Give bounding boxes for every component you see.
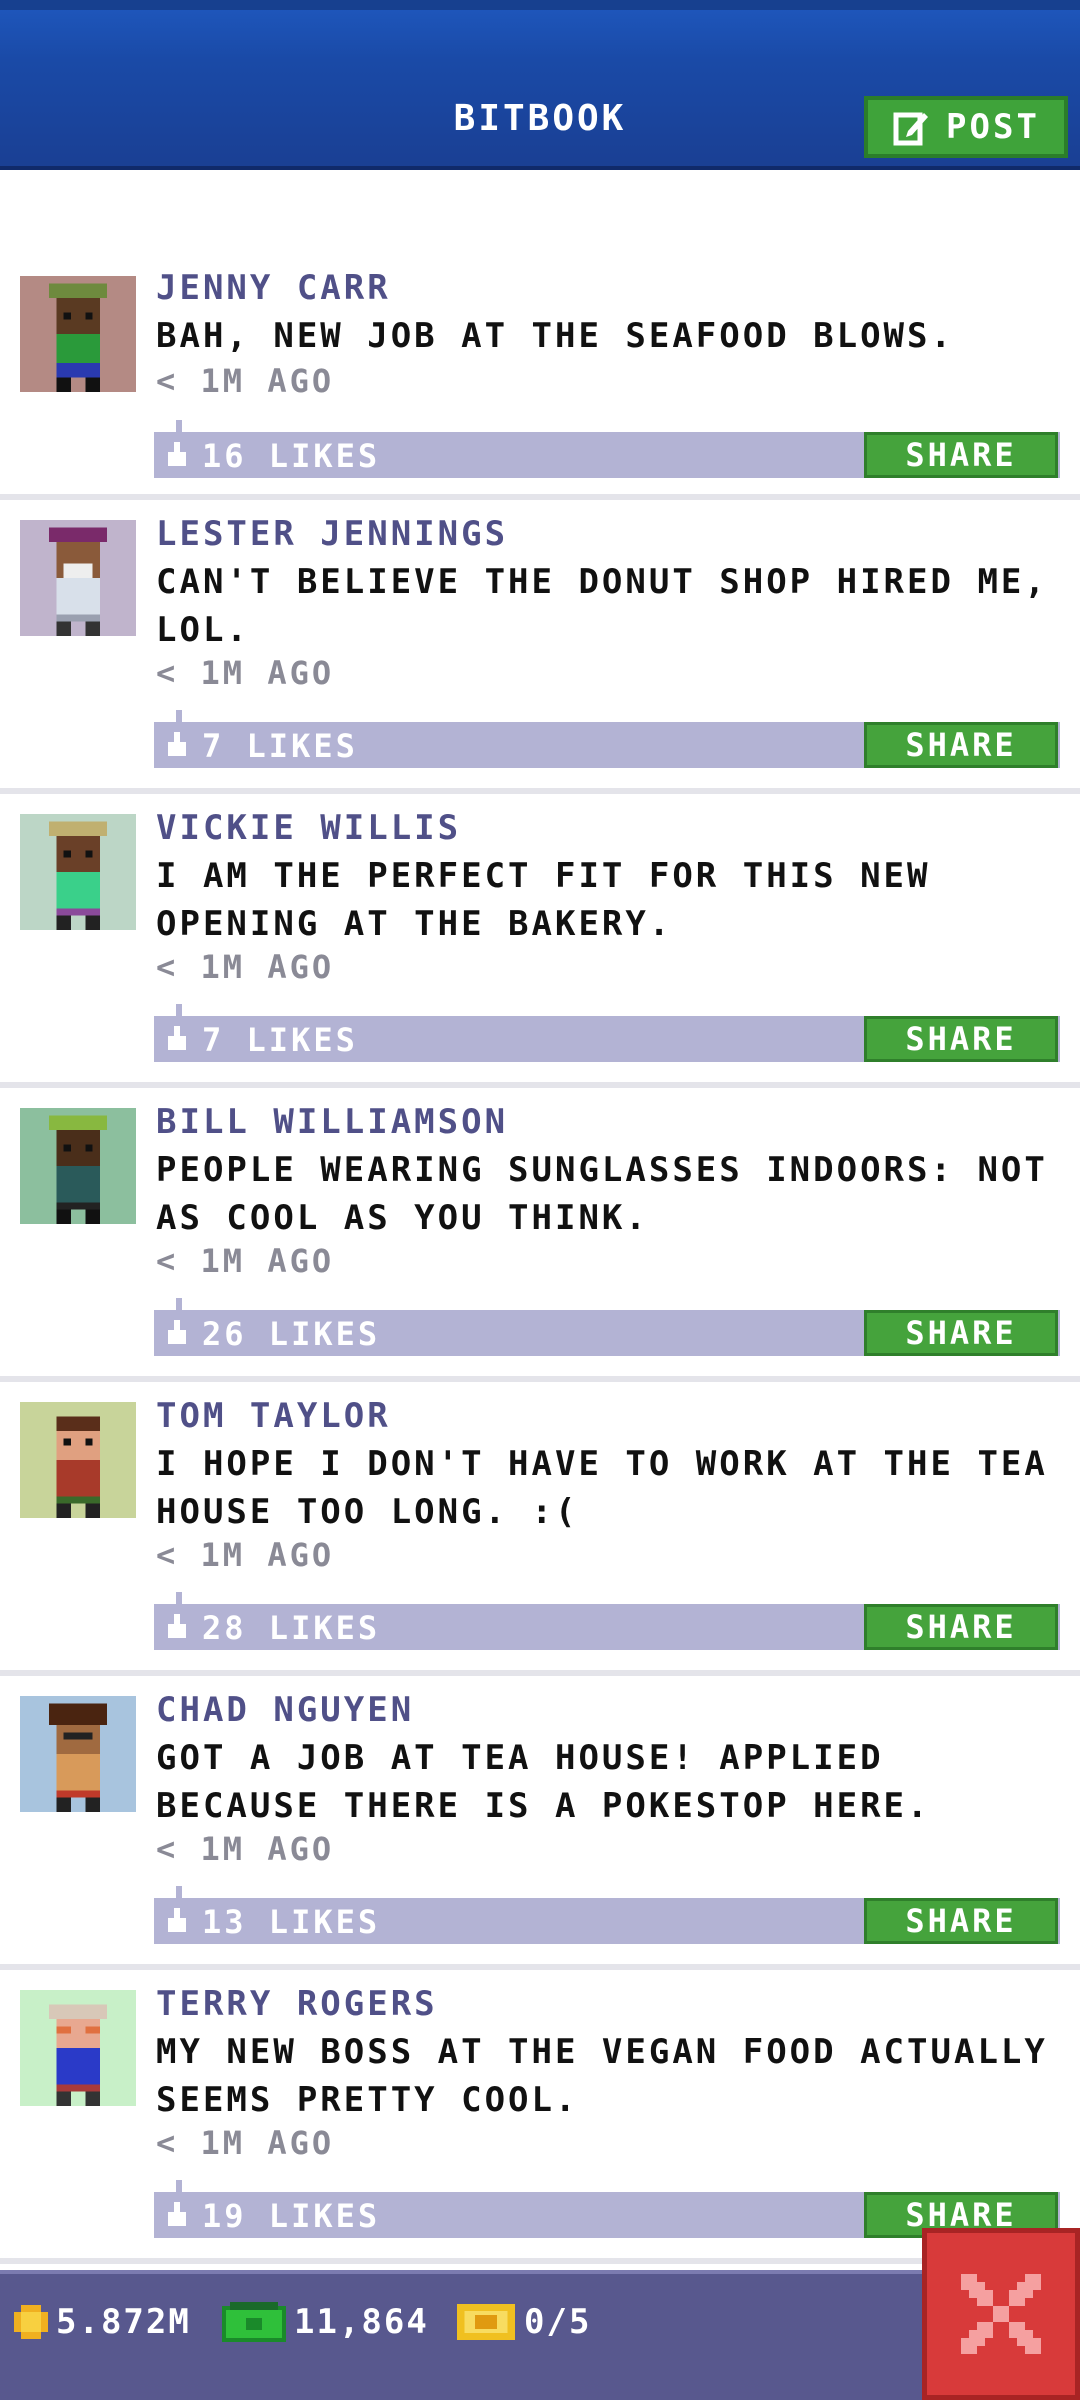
post-time: < 1M AGO: [156, 1536, 335, 1574]
bux-value: 11,864: [294, 2302, 429, 2342]
post-time: < 1M AGO: [156, 362, 335, 400]
post-time: < 1M AGO: [156, 654, 335, 692]
post-message: MY NEW BOSS AT THE VEGAN FOOD ACTUALLY S…: [156, 2032, 1048, 2120]
post-button[interactable]: POST: [864, 96, 1068, 158]
likes-bar: 28 LIKES SHARE: [154, 1592, 1060, 1650]
likes-count: 28 LIKES: [202, 1609, 381, 1647]
feed-post: JENNY CARR BAH, NEW JOB AT THE SEAFOOD B…: [0, 250, 1080, 500]
coins-stat: 5.872M: [14, 2302, 191, 2342]
edit-icon: [893, 112, 929, 146]
post-author[interactable]: LESTER JENNINGS: [156, 514, 508, 554]
likes-count: 26 LIKES: [202, 1315, 381, 1353]
avatar: [20, 1990, 136, 2106]
feed-post: CHAD NGUYEN GOT A JOB AT TEA HOUSE! APPL…: [0, 1676, 1080, 1970]
avatar: [20, 1108, 136, 1224]
feed-post: TOM TAYLOR I HOPE I DON'T HAVE TO WORK A…: [0, 1382, 1080, 1676]
likes-count: 13 LIKES: [202, 1903, 381, 1941]
post-author[interactable]: CHAD NGUYEN: [156, 1690, 414, 1730]
avatar: [20, 814, 136, 930]
likes-bar: 13 LIKES SHARE: [154, 1886, 1060, 1944]
tickets-value: 0/5: [524, 2302, 592, 2342]
likes-count: 7 LIKES: [202, 727, 358, 765]
avatar: [20, 1696, 136, 1812]
likes-bar: 7 LIKES SHARE: [154, 1004, 1060, 1062]
post-time: < 1M AGO: [156, 1830, 335, 1868]
coin-icon: [14, 2305, 48, 2339]
post-author[interactable]: BILL WILLIAMSON: [156, 1102, 508, 1142]
thumbs-up-icon: [168, 1320, 186, 1344]
avatar: [20, 520, 136, 636]
feed-post: VICKIE WILLIS I AM THE PERFECT FIT FOR T…: [0, 794, 1080, 1088]
post-message: GOT A JOB AT TEA HOUSE! APPLIED BECAUSE …: [156, 1738, 931, 1826]
close-button[interactable]: [922, 2228, 1080, 2400]
ticket-icon: [457, 2304, 515, 2340]
feed-list[interactable]: JENNY CARR BAH, NEW JOB AT THE SEAFOOD B…: [0, 250, 1080, 2264]
share-button[interactable]: SHARE: [864, 1898, 1058, 1944]
thumbs-up-icon: [168, 1908, 186, 1932]
feed-post: TERRY ROGERS MY NEW BOSS AT THE VEGAN FO…: [0, 1970, 1080, 2264]
likes-count: 7 LIKES: [202, 1021, 358, 1059]
post-author[interactable]: TOM TAYLOR: [156, 1396, 391, 1436]
bux-stat: 11,864: [222, 2302, 429, 2342]
likes-bar: 16 LIKES SHARE: [154, 420, 1060, 478]
post-time: < 1M AGO: [156, 2124, 335, 2162]
likes-count: 19 LIKES: [202, 2197, 381, 2235]
likes-bar: 26 LIKES SHARE: [154, 1298, 1060, 1356]
post-time: < 1M AGO: [156, 948, 335, 986]
feed-post: LESTER JENNINGS CAN'T BELIEVE THE DONUT …: [0, 500, 1080, 794]
thumbs-up-icon: [168, 1614, 186, 1638]
post-author[interactable]: VICKIE WILLIS: [156, 808, 461, 848]
share-button[interactable]: SHARE: [864, 722, 1058, 768]
post-message: CAN'T BELIEVE THE DONUT SHOP HIRED ME, L…: [156, 562, 1048, 650]
likes-bar: 7 LIKES SHARE: [154, 710, 1060, 768]
avatar: [20, 1402, 136, 1518]
thumbs-up-icon: [168, 2202, 186, 2226]
post-button-label: POST: [946, 107, 1040, 147]
post-message: PEOPLE WEARING SUNGLASSES INDOORS: NOT A…: [156, 1150, 1048, 1238]
avatar: [20, 276, 136, 392]
post-message: I AM THE PERFECT FIT FOR THIS NEW OPENIN…: [156, 856, 931, 944]
feed-post: BILL WILLIAMSON PEOPLE WEARING SUNGLASSE…: [0, 1088, 1080, 1382]
app-header: BITBOOK POST: [0, 0, 1080, 170]
share-button[interactable]: SHARE: [864, 1604, 1058, 1650]
post-message: BAH, NEW JOB AT THE SEAFOOD BLOWS.: [156, 316, 954, 356]
post-message: I HOPE I DON'T HAVE TO WORK AT THE TEA H…: [156, 1444, 1048, 1532]
thumbs-up-icon: [168, 442, 186, 466]
post-author[interactable]: TERRY ROGERS: [156, 1984, 438, 2024]
close-icon: [961, 2274, 1041, 2354]
likes-count: 16 LIKES: [202, 437, 381, 475]
currency-bar: 5.872M 11,864 0/5: [0, 2270, 1080, 2400]
thumbs-up-icon: [168, 1026, 186, 1050]
header-top-line: [0, 0, 1080, 10]
share-button[interactable]: SHARE: [864, 1016, 1058, 1062]
bux-icon: [222, 2302, 286, 2342]
post-time: < 1M AGO: [156, 1242, 335, 1280]
share-button[interactable]: SHARE: [864, 1310, 1058, 1356]
tickets-stat: 0/5: [456, 2302, 591, 2342]
coins-value: 5.872M: [56, 2302, 191, 2342]
post-author[interactable]: JENNY CARR: [156, 268, 391, 308]
share-button[interactable]: SHARE: [864, 432, 1058, 478]
thumbs-up-icon: [168, 732, 186, 756]
